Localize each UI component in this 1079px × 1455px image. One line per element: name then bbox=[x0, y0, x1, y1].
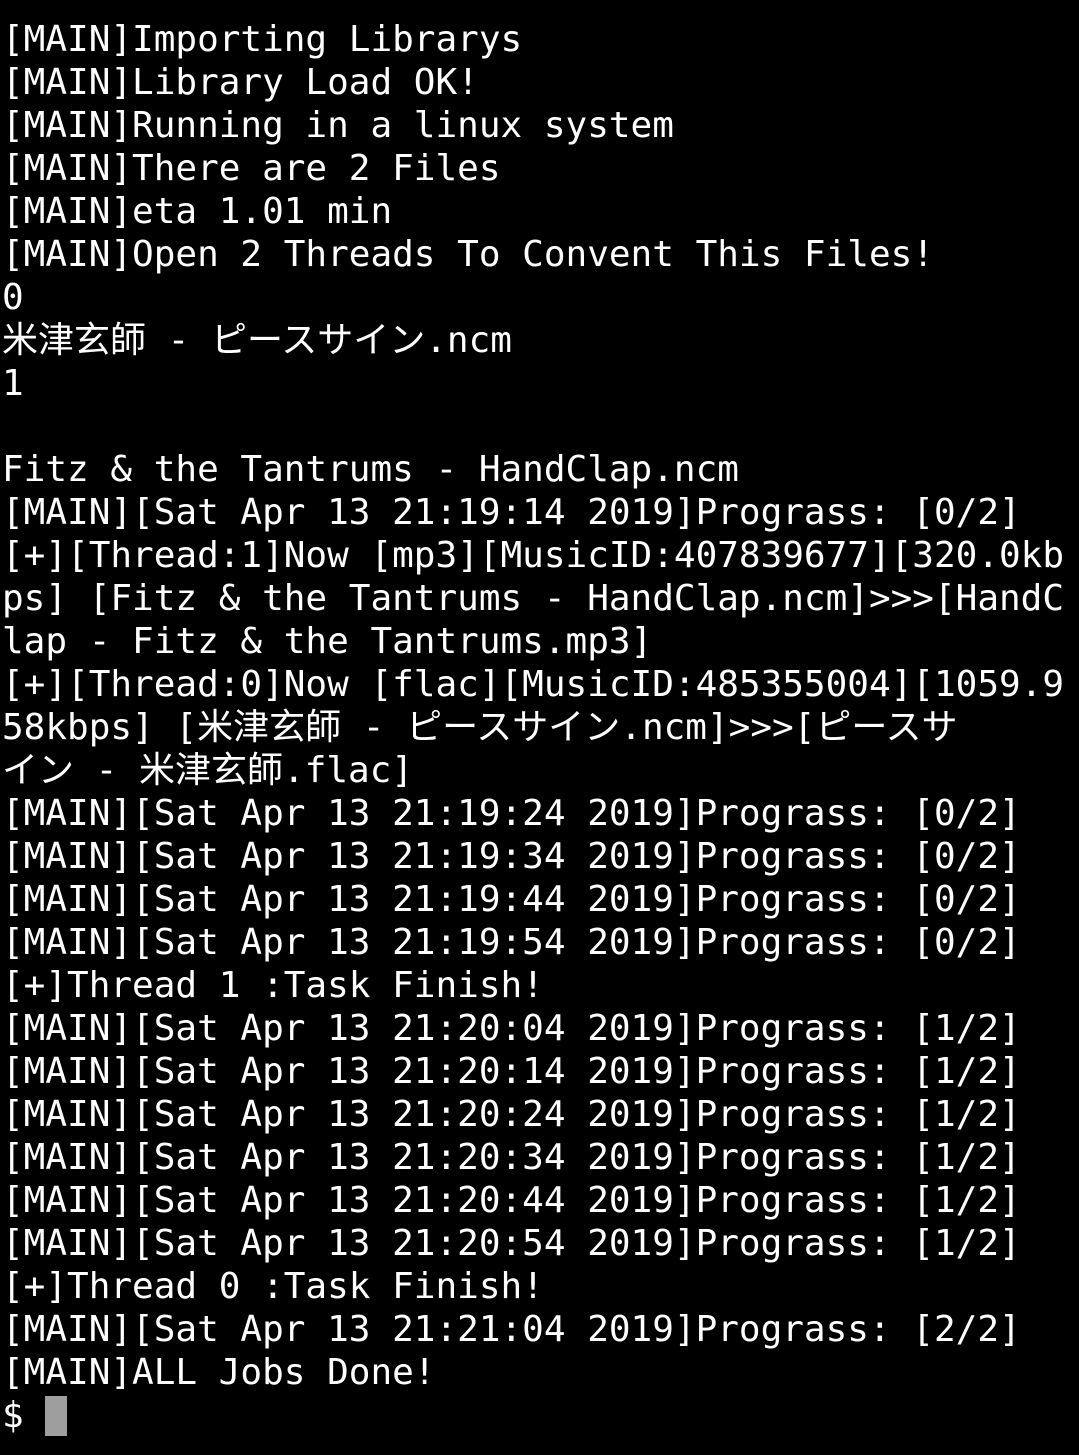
output-line: 0 bbox=[2, 277, 24, 318]
output-line: [+][Thread:1]Now [mp3][MusicID:407839677… bbox=[2, 535, 1065, 576]
output-line: [MAIN][Sat Apr 13 21:20:14 2019]Prograss… bbox=[2, 1051, 1021, 1092]
command-prompt[interactable]: $ bbox=[2, 1394, 1079, 1437]
text-cursor[interactable] bbox=[45, 1395, 68, 1436]
output-line: [MAIN]There are 2 Files bbox=[2, 148, 501, 189]
output-line: [MAIN]Importing Librarys bbox=[2, 19, 523, 60]
output-line: ps] [Fitz & the Tantrums - HandClap.ncm]… bbox=[2, 578, 1065, 619]
output-line: [MAIN]Library Load OK! bbox=[2, 62, 479, 103]
output-line: [MAIN][Sat Apr 13 21:20:54 2019]Prograss… bbox=[2, 1223, 1021, 1264]
output-line: [MAIN][Sat Apr 13 21:20:34 2019]Prograss… bbox=[2, 1137, 1021, 1178]
output-line: [MAIN]Running in a linux system bbox=[2, 105, 674, 146]
output-line: [MAIN][Sat Apr 13 21:19:24 2019]Prograss… bbox=[2, 793, 1021, 834]
prompt-symbol: $ bbox=[2, 1395, 46, 1436]
output-line: [MAIN][Sat Apr 13 21:20:44 2019]Prograss… bbox=[2, 1180, 1021, 1221]
output-line: [MAIN]Open 2 Threads To Convent This Fil… bbox=[2, 234, 934, 275]
output-line: 58kbps] [米津玄師 - ピースサイン.ncm]>>>[ピースサ bbox=[2, 707, 958, 748]
output-line: [+][Thread:0]Now [flac][MusicID:48535500… bbox=[2, 664, 1065, 705]
output-line: 1 bbox=[2, 363, 24, 404]
output-line: [MAIN][Sat Apr 13 21:21:04 2019]Prograss… bbox=[2, 1309, 1021, 1350]
output-line: lap - Fitz & the Tantrums.mp3] bbox=[2, 621, 653, 662]
output-line: [MAIN]eta 1.01 min bbox=[2, 191, 393, 232]
output-line: [MAIN][Sat Apr 13 21:20:24 2019]Prograss… bbox=[2, 1094, 1021, 1135]
output-line: イン - 米津玄師.flac] bbox=[2, 750, 414, 791]
output-line: [+]Thread 1 :Task Finish! bbox=[2, 965, 544, 1006]
output-line: Fitz & the Tantrums - HandClap.ncm bbox=[2, 449, 739, 490]
output-line: [MAIN][Sat Apr 13 21:20:04 2019]Prograss… bbox=[2, 1008, 1021, 1049]
output-line: [+]Thread 0 :Task Finish! bbox=[2, 1266, 544, 1307]
output-line: [MAIN][Sat Apr 13 21:19:54 2019]Prograss… bbox=[2, 922, 1021, 963]
terminal-screen[interactable]: { "terminal": { "lines": [ "[MAIN]Import… bbox=[0, 0, 1079, 1455]
output-line: [MAIN]ALL Jobs Done! bbox=[2, 1352, 436, 1393]
terminal-output[interactable]: [MAIN]Importing Librarys [MAIN]Library L… bbox=[2, 18, 1079, 1437]
output-line: 米津玄師 - ピースサイン.ncm bbox=[2, 320, 512, 361]
output-line: [MAIN][Sat Apr 13 21:19:34 2019]Prograss… bbox=[2, 836, 1021, 877]
output-line: [MAIN][Sat Apr 13 21:19:14 2019]Prograss… bbox=[2, 492, 1021, 533]
output-line: [MAIN][Sat Apr 13 21:19:44 2019]Prograss… bbox=[2, 879, 1021, 920]
